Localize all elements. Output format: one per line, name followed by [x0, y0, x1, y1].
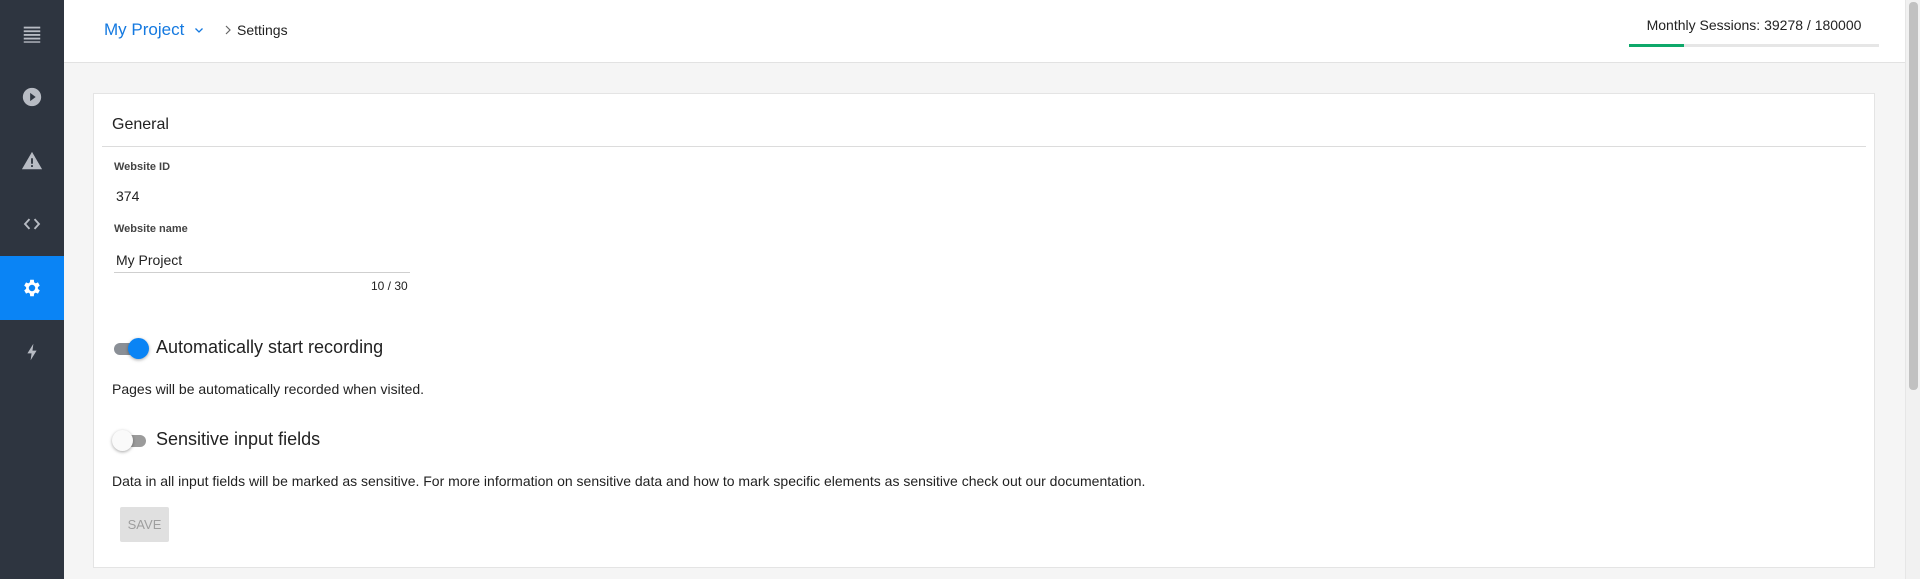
sensitive-inputs-toggle[interactable] — [112, 429, 148, 451]
project-name: My Project — [104, 20, 185, 39]
page-scrollbar[interactable] — [1905, 0, 1920, 579]
general-settings-card: General Website ID 374 Website name 10 /… — [93, 93, 1875, 568]
sensitive-inputs-description: Data in all input fields will be marked … — [112, 473, 1146, 489]
auto-record-toggle[interactable] — [112, 337, 149, 359]
gear-icon — [24, 279, 40, 297]
website-id-value: 374 — [116, 188, 140, 204]
section-title: General — [112, 116, 169, 133]
menu-icon — [23, 26, 41, 43]
chevron-right-icon — [225, 25, 231, 35]
toggle-knob — [128, 337, 149, 359]
auto-record-row: Automatically start recording — [112, 337, 384, 359]
section-divider — [102, 146, 1866, 147]
sessions-progress-fill — [1629, 44, 1684, 47]
website-name-input[interactable] — [114, 247, 410, 273]
website-id-label: Website ID — [114, 161, 171, 173]
monthly-sessions-label: Monthly Sessions: 39278 / 180000 — [1646, 17, 1862, 33]
website-name-label: Website name — [114, 223, 188, 235]
code-icon — [23, 218, 41, 230]
sidebar-item-errors[interactable] — [0, 129, 64, 193]
sidebar-item-recordings[interactable] — [0, 65, 64, 129]
sidebar-item-integrations[interactable] — [0, 320, 64, 384]
breadcrumb-current: Settings — [237, 22, 288, 38]
sensitive-inputs-row: Sensitive input fields — [112, 429, 321, 451]
breadcrumb: Settings — [224, 22, 288, 38]
sidebar-item-code[interactable] — [0, 192, 64, 256]
sensitive-inputs-label: Sensitive input fields — [156, 429, 321, 449]
chevron-down-icon — [195, 28, 204, 33]
project-selector[interactable]: My Project — [104, 20, 204, 40]
top-bar: My Project Settings Monthly Sessions: 39… — [64, 0, 1905, 63]
bolt-icon — [27, 343, 37, 361]
auto-record-label: Automatically start recording — [156, 337, 384, 357]
sessions-progress-bar — [1629, 44, 1879, 47]
play-icon — [22, 87, 42, 107]
warning-icon — [21, 151, 43, 170]
auto-record-description: Pages will be automatically recorded whe… — [112, 381, 425, 397]
sidebar — [0, 0, 64, 579]
sidebar-item-menu[interactable] — [0, 2, 64, 66]
character-counter: 10 / 30 — [371, 279, 408, 293]
toggle-knob — [112, 429, 133, 451]
save-button[interactable]: SAVE — [120, 507, 169, 542]
sidebar-item-settings[interactable] — [0, 256, 64, 320]
scrollbar-thumb[interactable] — [1909, 2, 1918, 390]
